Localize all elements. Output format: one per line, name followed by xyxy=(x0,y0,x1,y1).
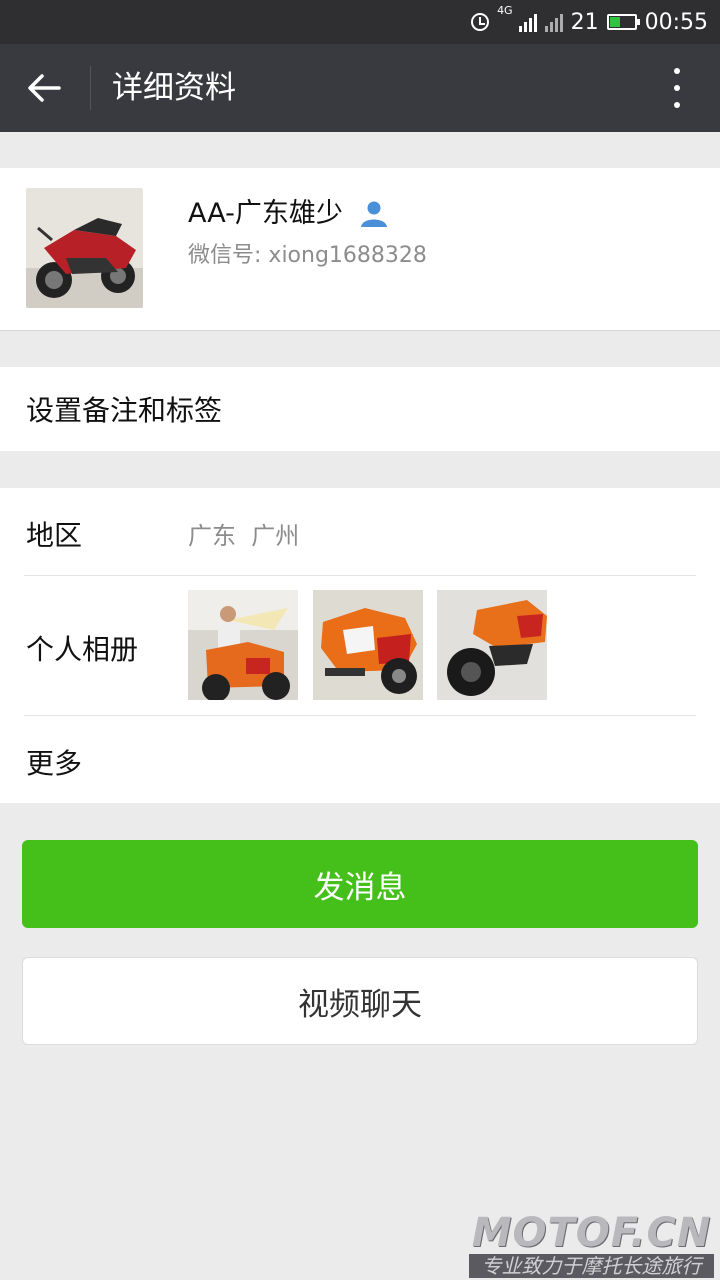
wechat-id-line: 微信号: xiong1688328 xyxy=(188,240,427,272)
clock: 00:55 xyxy=(644,9,708,35)
back-button[interactable] xyxy=(14,58,74,118)
avatar-motorcycle-image xyxy=(26,188,143,308)
back-arrow-icon xyxy=(28,74,61,102)
watermark: MOTOF.CN 专业致力于摩托长途旅行 xyxy=(469,1212,714,1278)
set-remark-label: 设置备注和标签 xyxy=(26,394,223,427)
more-options-button[interactable] xyxy=(662,68,692,108)
name-row: AA-广东雄少 xyxy=(188,196,389,232)
divider xyxy=(24,715,696,716)
album-photo[interactable] xyxy=(188,590,298,700)
video-chat-button[interactable]: 视频聊天 xyxy=(22,957,698,1045)
status-bar: 4G 21 00:55 xyxy=(0,0,720,44)
album-photo[interactable] xyxy=(437,590,547,700)
wechat-id-label: 微信号: xyxy=(188,243,262,268)
more-label: 更多 xyxy=(26,747,83,780)
profile-card: AA-广东雄少 微信号: xiong1688328 xyxy=(0,168,720,331)
profile-name: AA-广东雄少 xyxy=(188,198,343,229)
album-photo-image xyxy=(437,590,547,700)
send-message-button[interactable]: 发消息 xyxy=(22,840,698,928)
more-dot-icon xyxy=(674,85,680,91)
title-bar: 详细资料 xyxy=(0,44,720,132)
battery-level: 21 xyxy=(570,9,599,35)
album-photo[interactable] xyxy=(313,590,423,700)
divider xyxy=(24,575,696,576)
watermark-slogan: 专业致力于摩托长途旅行 xyxy=(469,1254,714,1278)
more-dot-icon xyxy=(674,68,680,74)
title-divider xyxy=(90,66,91,110)
network-type: 4G xyxy=(497,4,513,17)
contact-person-icon xyxy=(360,201,387,227)
more-dot-icon xyxy=(674,102,680,108)
region-label: 地区 xyxy=(26,519,83,552)
album-photo-image xyxy=(313,590,423,700)
avatar[interactable] xyxy=(26,188,143,308)
page-title: 详细资料 xyxy=(112,70,236,106)
album-label: 个人相册 xyxy=(26,633,139,666)
wechat-id-value: xiong1688328 xyxy=(268,243,427,268)
battery-icon xyxy=(606,14,640,30)
album-photo-image xyxy=(188,590,298,700)
region-value: 广东 广州 xyxy=(188,522,300,550)
set-remark-row[interactable]: 设置备注和标签 xyxy=(0,367,720,451)
details-card: 地区 广东 广州 个人相册 更多 xyxy=(0,488,720,803)
alarm-icon xyxy=(471,13,490,31)
watermark-brand: MOTOF.CN xyxy=(471,1210,712,1256)
signal-icon xyxy=(518,12,537,32)
signal-icon-2 xyxy=(544,12,563,32)
